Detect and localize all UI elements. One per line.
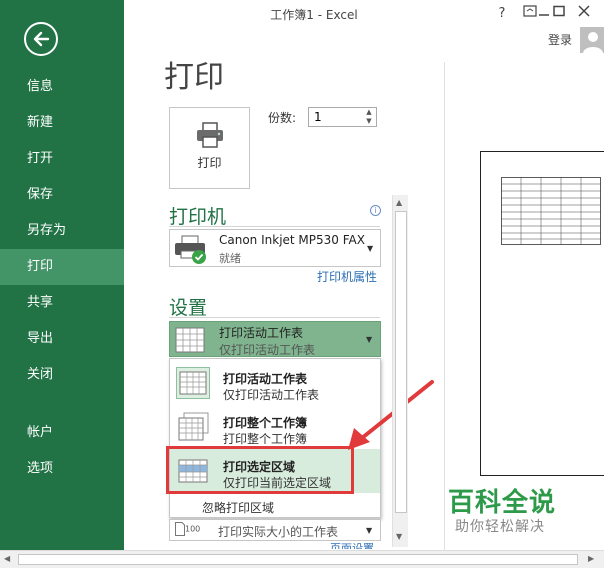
printer-icon: [197, 122, 223, 148]
nav-item-close[interactable]: 关闭: [0, 357, 124, 393]
login-link[interactable]: 登录: [548, 31, 572, 48]
menu-item-title: 打印活动工作表: [223, 372, 308, 386]
nav-item-export[interactable]: 导出: [0, 321, 124, 357]
scaling-label: 打印实际大小的工作表: [218, 525, 339, 539]
page-icon: [175, 522, 185, 536]
nav-item-print[interactable]: 打印: [0, 249, 124, 285]
arrow-left-icon: [33, 31, 50, 47]
copies-stepper[interactable]: ▲ ▼: [362, 108, 376, 126]
nav-item-open[interactable]: 打开: [0, 141, 124, 177]
help-button[interactable]: ?: [492, 4, 512, 24]
scroll-down-icon[interactable]: ▼: [396, 532, 402, 541]
settings-heading: 设置: [169, 297, 208, 319]
backstage-sidebar: 信息 新建 打开 保存 另存为 打印 共享 导出 关闭 帐户 选项: [0, 0, 124, 550]
nav-item-options[interactable]: 选项: [0, 451, 124, 487]
printer-name: Canon Inkjet MP530 FAX: [219, 233, 365, 247]
avatar[interactable]: [580, 27, 604, 53]
print-button[interactable]: 打印: [169, 107, 250, 189]
watermark-logo-text: 百科全说: [448, 488, 557, 518]
close-icon: [578, 5, 590, 17]
scroll-right-icon[interactable]: ▶: [588, 554, 594, 563]
menu-item-subtitle: 打印整个工作簿: [223, 432, 308, 446]
settings-scrollbar[interactable]: ▲ ▼: [392, 195, 408, 547]
printer-properties-link[interactable]: 打印机属性: [317, 268, 377, 285]
scaling-dropdown[interactable]: 100 打印实际大小的工作表 ▼: [169, 519, 381, 541]
printer-status: 就绪: [219, 252, 241, 265]
nav-item-save[interactable]: 保存: [0, 177, 124, 213]
preview-divider: [444, 62, 445, 550]
page-scale-icon: 100: [175, 522, 200, 536]
scale-percent-label: 100: [185, 524, 201, 534]
workbook-icon: [178, 412, 209, 441]
dropdown-arrow-icon: ▼: [367, 244, 374, 253]
dropdown-arrow-icon: ▼: [366, 335, 373, 344]
print-what-dropdown[interactable]: 打印活动工作表 仅打印活动工作表 ▼: [169, 321, 381, 357]
active-sheet-icon: [176, 367, 210, 399]
printer-heading: 打印机: [169, 206, 227, 228]
scrollbar-thumb[interactable]: [18, 554, 578, 565]
selected-option-title: 打印活动工作表: [219, 326, 304, 340]
nav-item-account[interactable]: 帐户: [0, 415, 124, 451]
maximize-button[interactable]: [549, 4, 569, 24]
chevron-down-icon[interactable]: ▼: [362, 117, 376, 126]
printer-dropdown[interactable]: Canon Inkjet MP530 FAX 就绪 ▼: [169, 229, 381, 267]
user-silhouette-icon: [583, 32, 603, 53]
menu-item-subtitle: 仅打印活动工作表: [223, 388, 320, 402]
scrollbar-thumb[interactable]: [395, 211, 407, 513]
page-title: 打印: [164, 60, 224, 95]
printer-divider: [169, 226, 380, 227]
chevron-up-icon[interactable]: ▲: [362, 108, 376, 117]
preview-table-thumbnail: [501, 177, 601, 245]
nav-item-save-as[interactable]: 另存为: [0, 213, 124, 249]
maximize-icon: [553, 5, 565, 17]
watermark-slogan: 助你轻松解决: [455, 519, 545, 535]
back-button[interactable]: [24, 22, 58, 56]
selected-option-subtitle: 仅打印活动工作表: [219, 343, 316, 357]
print-button-label: 打印: [197, 156, 222, 170]
nav-item-info[interactable]: 信息: [0, 69, 124, 105]
horizontal-scrollbar[interactable]: ◀ ▶: [0, 550, 604, 568]
window-title: 工作簿1 - Excel: [270, 8, 358, 22]
close-button[interactable]: [574, 4, 594, 24]
scroll-up-icon[interactable]: ▲: [396, 198, 402, 207]
sheet-grid-icon: [175, 327, 205, 353]
info-icon[interactable]: i: [370, 205, 381, 216]
copies-label: 份数:: [268, 111, 297, 125]
printer-ready-icon: [175, 235, 206, 264]
scroll-left-icon[interactable]: ◀: [4, 554, 10, 563]
menu-item-title: 打印整个工作簿: [223, 416, 308, 430]
nav-item-new[interactable]: 新建: [0, 105, 124, 141]
page-setup-link[interactable]: 页面设置: [330, 543, 378, 549]
annotation-highlight-box: [166, 446, 354, 494]
settings-divider: [169, 317, 380, 318]
nav-item-share[interactable]: 共享: [0, 285, 124, 321]
ignore-print-area-option[interactable]: 忽略打印区域: [202, 499, 274, 516]
dropdown-arrow-icon: ▼: [366, 526, 373, 535]
annotation-arrow: [348, 380, 434, 450]
